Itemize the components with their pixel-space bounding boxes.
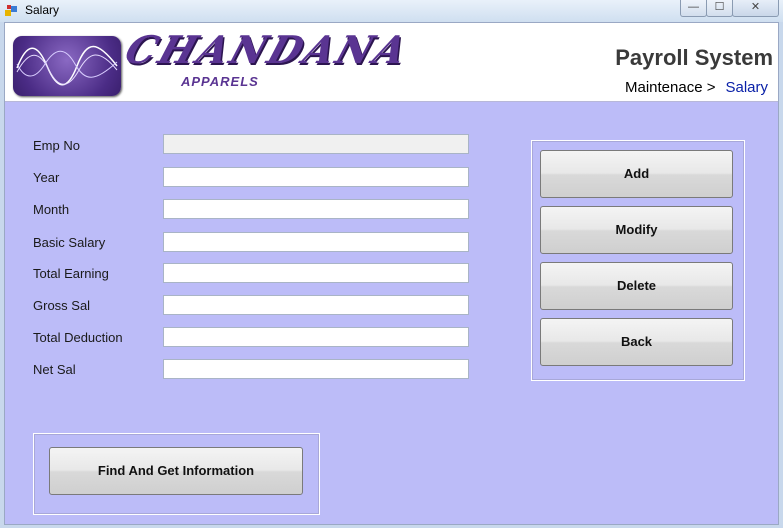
minimize-button[interactable]: — <box>680 0 707 17</box>
emp-no-label: Emp No <box>33 138 80 153</box>
month-label: Month <box>33 202 70 217</box>
basic-salary-label: Basic Salary <box>33 235 106 250</box>
total-earning-label: Total Earning <box>33 266 109 281</box>
net-sal-label: Net Sal <box>33 362 76 377</box>
total-deduction-label: Total Deduction <box>33 330 123 345</box>
title-bar[interactable]: Salary — ☐ ✕ <box>0 0 783 22</box>
emp-no-field[interactable] <box>163 134 469 154</box>
modify-button[interactable]: Modify <box>540 206 733 254</box>
window-title: Salary <box>25 3 60 17</box>
net-sal-field[interactable] <box>163 359 469 379</box>
breadcrumb-current: Salary <box>725 79 768 96</box>
breadcrumb: Maintenace > Salary <box>625 79 768 96</box>
salary-window: Salary — ☐ ✕ CHANDANA APPARELS Payroll S… <box>0 0 783 528</box>
delete-button[interactable]: Delete <box>540 262 733 310</box>
year-label: Year <box>33 170 60 185</box>
header-banner: CHANDANA APPARELS Payroll System Mainten… <box>5 23 778 102</box>
breadcrumb-parent[interactable]: Maintenace > <box>625 79 715 96</box>
app-title: Payroll System <box>615 45 773 70</box>
form-client-area: CHANDANA APPARELS Payroll System Mainten… <box>4 22 779 525</box>
brand-logo-text: CHANDANA <box>119 27 416 72</box>
add-button[interactable]: Add <box>540 150 733 198</box>
month-field[interactable] <box>163 199 469 219</box>
gross-sal-field[interactable] <box>163 295 469 315</box>
gross-sal-label: Gross Sal <box>33 298 91 313</box>
maximize-button[interactable]: ☐ <box>706 0 733 17</box>
total-earning-field[interactable] <box>163 263 469 283</box>
total-deduction-field[interactable] <box>163 327 469 347</box>
app-icon <box>5 5 17 16</box>
logo-wave-icon <box>13 36 121 96</box>
find-info-button[interactable]: Find And Get Information <box>49 447 303 495</box>
brand-subtitle: APPARELS <box>181 74 259 89</box>
close-button[interactable]: ✕ <box>732 0 779 17</box>
back-button[interactable]: Back <box>540 318 733 366</box>
year-field[interactable] <box>163 167 469 187</box>
basic-salary-field[interactable] <box>163 232 469 252</box>
